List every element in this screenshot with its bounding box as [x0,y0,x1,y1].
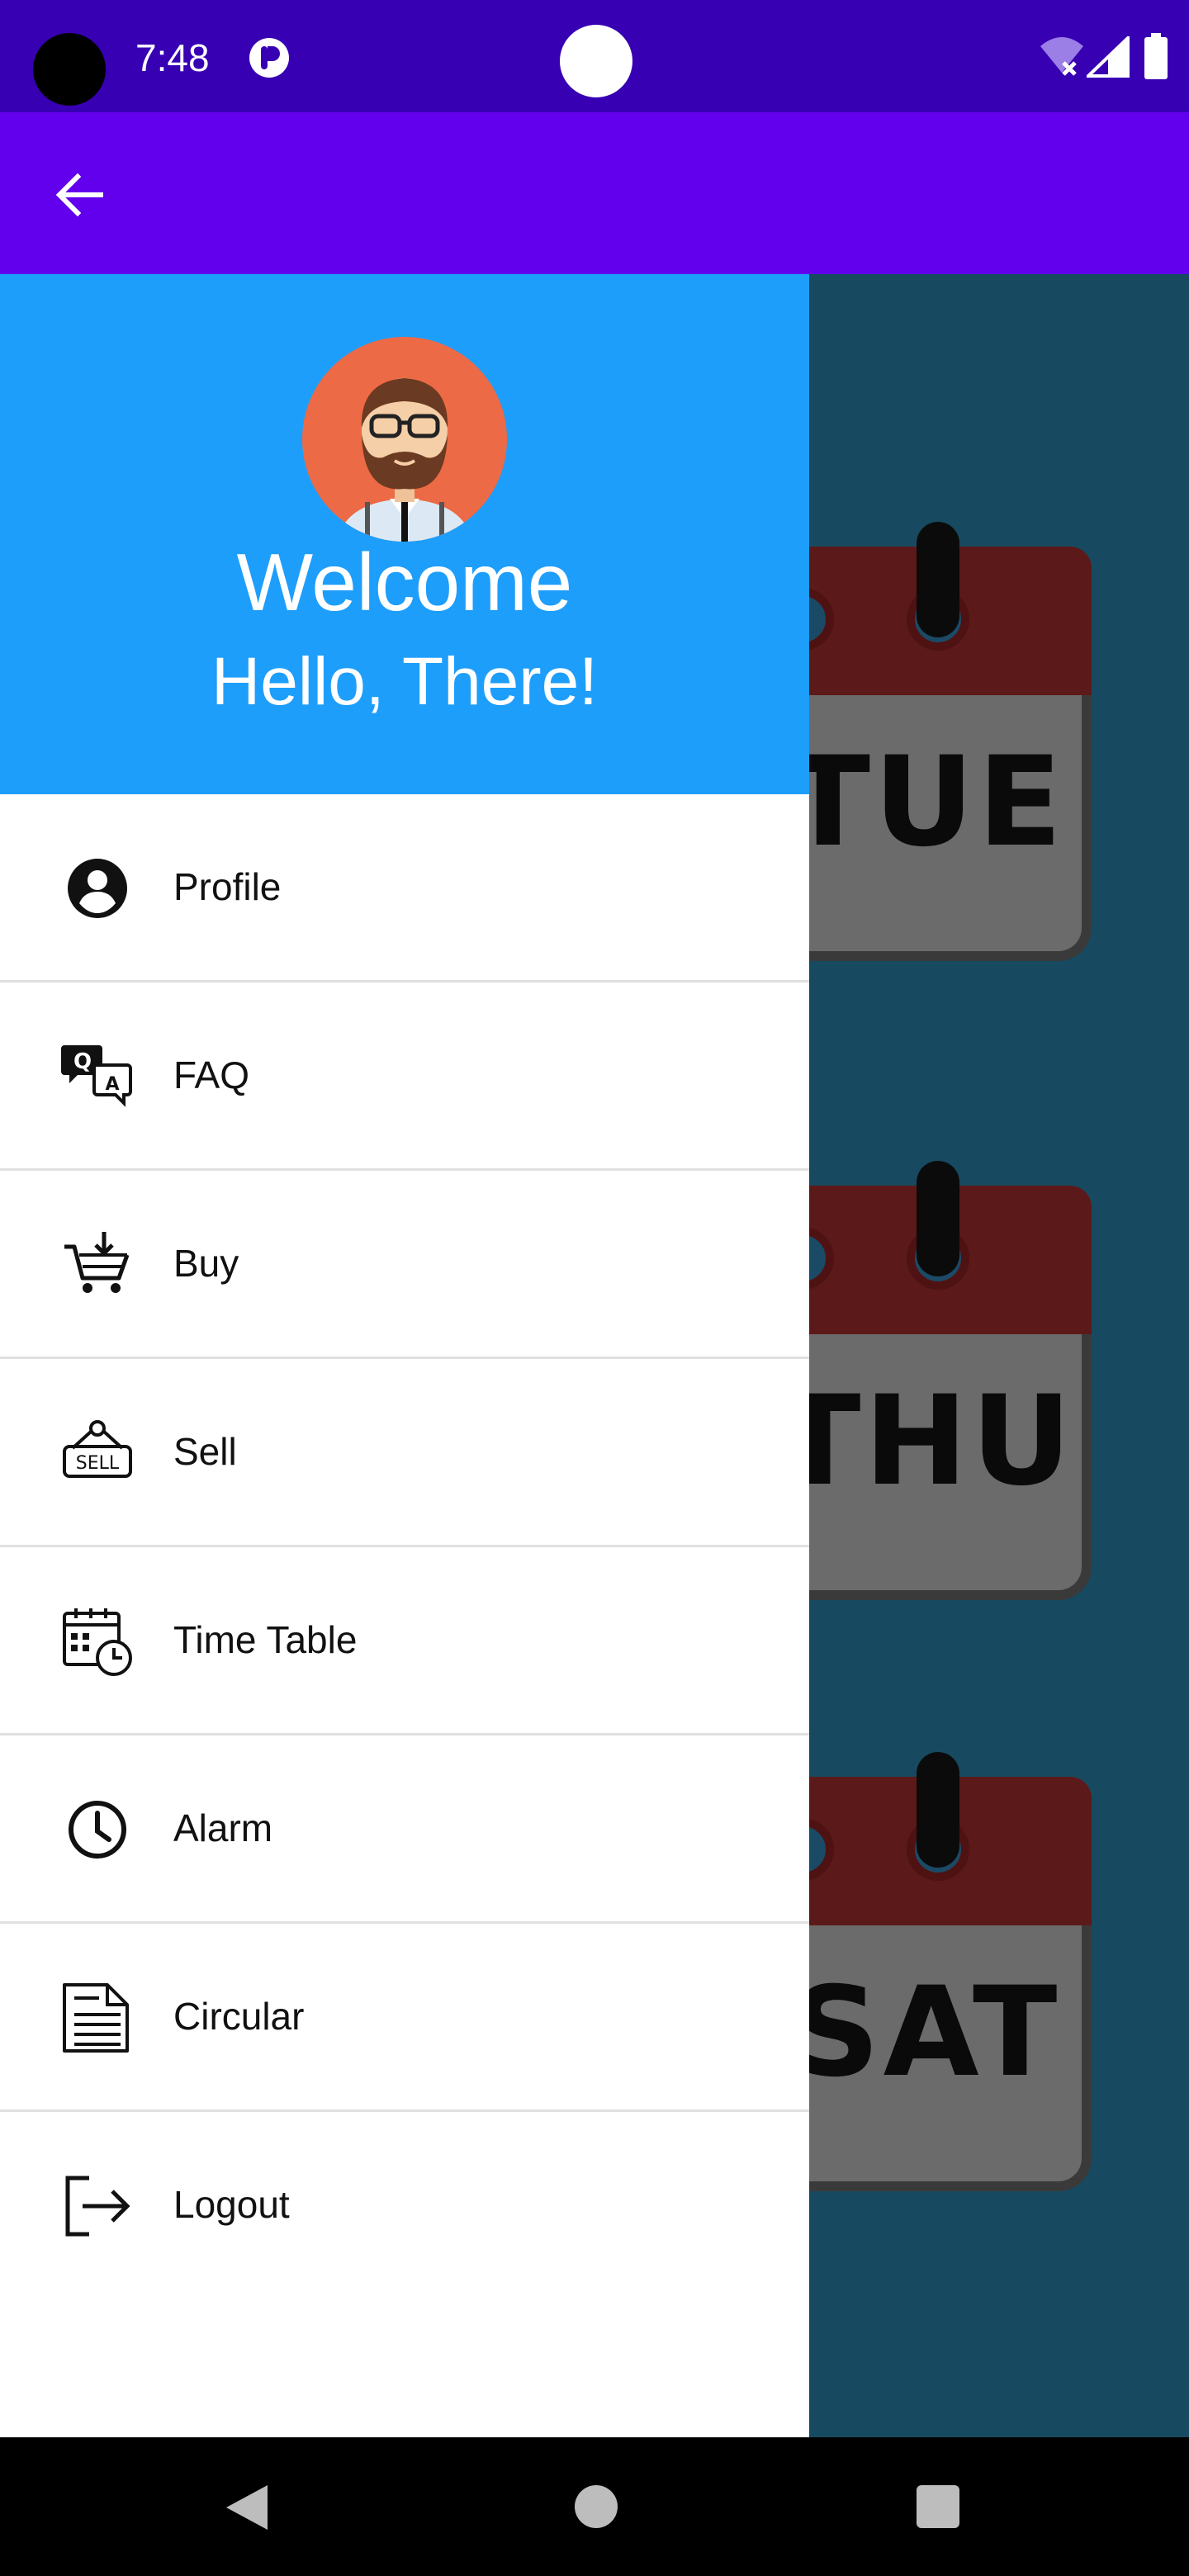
svg-text:A: A [105,1074,119,1095]
arrow-back-icon[interactable] [50,165,109,225]
calendar-card[interactable]: TUE [809,522,1092,961]
sell-sign-icon: SELL [63,1420,132,1478]
document-icon [63,1983,129,2053]
battery-icon [1144,33,1168,79]
clock-icon [69,1801,126,1859]
signal-icon [1087,36,1130,78]
status-time: 7:48 [135,36,210,79]
calendar-card[interactable]: SAT [809,1752,1092,2191]
calendar-day-label: TUE [809,731,1066,874]
menu-item-label: Profile [173,865,282,908]
drawer-title: Welcome [236,537,573,627]
front-camera-dot [560,25,632,97]
menu-item-alarm[interactable]: Alarm [0,1735,809,1924]
status-bar: 7:48 [0,0,1189,112]
avatar [302,337,507,542]
account-circle-icon [68,859,127,918]
calendar-day-label: SAT [809,1961,1061,2105]
nav-recents-button[interactable] [917,2485,959,2528]
wifi-off-icon [1040,37,1083,76]
menu-item-circular[interactable]: Circular [0,1924,809,2112]
timetable-background: TUE THU SAT [809,274,1189,2437]
menu-item-label: Sell [173,1430,237,1473]
calendar-card[interactable]: THU [809,1161,1092,1600]
menu-item-label: Logout [173,2183,290,2226]
cart-download-icon [64,1232,130,1293]
menu-item-time-table[interactable]: Time Table [0,1547,809,1735]
menu-item-label: Circular [173,1995,305,2038]
menu-item-logout[interactable]: Logout [0,2112,809,2300]
qa-chat-icon: Q A [61,1045,132,1107]
app-notification-icon [249,38,289,78]
menu-item-sell[interactable]: SELL Sell [0,1359,809,1547]
menu-item-buy[interactable]: Buy [0,1171,809,1359]
menu-item-label: Time Table [173,1618,358,1661]
calendar-clock-icon [63,1608,132,1676]
menu-item-profile[interactable]: Profile [0,794,809,983]
camera-cutout [33,33,106,106]
nav-home-button[interactable] [575,2485,618,2528]
nav-back-icon[interactable] [221,2482,271,2533]
menu-item-faq[interactable]: Q A FAQ [0,983,809,1171]
drawer-menu: Profile Q A FAQ Buy SELL Sell Time Table… [0,794,809,2300]
logout-icon [65,2176,130,2237]
menu-item-label: Alarm [173,1807,273,1849]
svg-text:Q: Q [73,1049,92,1074]
drawer-header: Welcome Hello, There! [0,274,809,794]
svg-text:SELL: SELL [76,1453,120,1474]
menu-item-label: Buy [173,1242,239,1285]
calendar-day-label: THU [809,1370,1075,1513]
app-bar [0,112,1189,274]
menu-item-label: FAQ [173,1054,250,1096]
drawer-subtitle: Hello, There! [211,644,598,719]
navigation-drawer: Welcome Hello, There! Profile Q A FAQ Bu… [0,274,809,2437]
